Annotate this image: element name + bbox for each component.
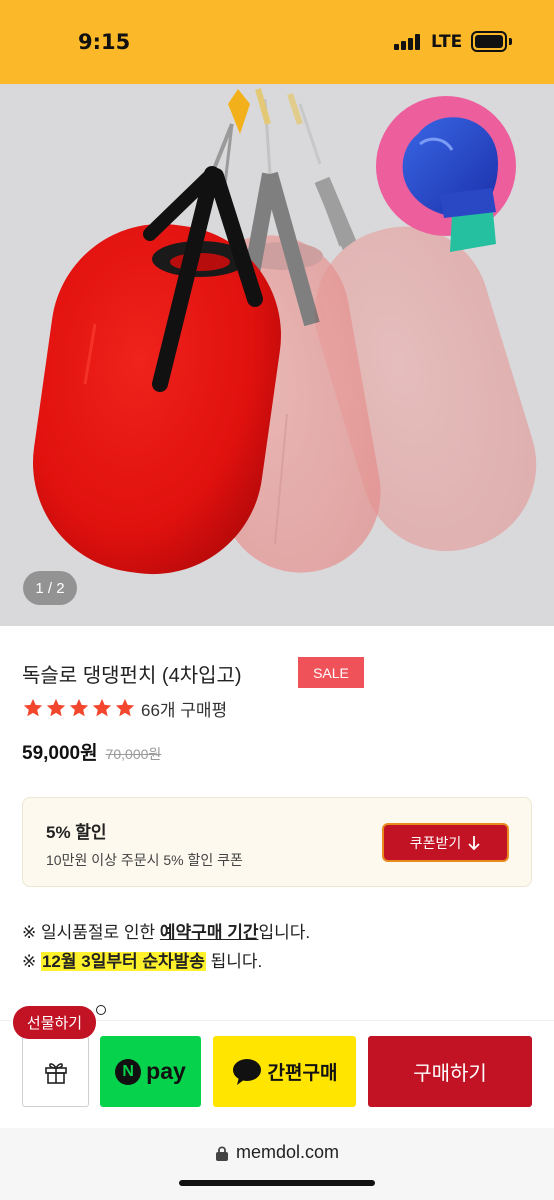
star-icon: [92, 698, 112, 717]
original-price: 70,000원: [105, 746, 162, 762]
notice-shipping-highlight: 12월 3일부터 순차발송: [40, 952, 206, 971]
status-time: 9:15: [78, 30, 131, 54]
url-content: memdol.com: [0, 1142, 554, 1163]
sale-badge: SALE: [298, 657, 364, 688]
download-arrow-icon: [468, 835, 480, 850]
coupon-card: 5% 할인 10만원 이상 주문시 5% 할인 쿠폰 쿠폰받기: [22, 797, 532, 887]
rating-row[interactable]: 66개 구매평: [22, 695, 227, 721]
home-indicator[interactable]: [179, 1180, 375, 1186]
gallery-pager: 1 / 2: [23, 571, 77, 605]
star-icon: [46, 698, 66, 717]
coupon-description: 10만원 이상 주문시 5% 할인 쿠폰: [46, 852, 243, 868]
signal-icon: [394, 34, 420, 50]
kakao-label: 간편구매: [267, 1063, 338, 1084]
lock-icon: [215, 1145, 228, 1161]
notice-preorder: ※ 일시품절로 인한 예약구매 기간입니다.: [22, 923, 311, 942]
url-text: memdol.com: [235, 1142, 340, 1162]
punching-bag-illustration: [33, 88, 537, 575]
status-bar: 9:15 LTE: [0, 0, 554, 84]
product-image-carousel[interactable]: [0, 84, 554, 626]
battery-icon: [471, 31, 507, 52]
tooltip-dot: [96, 1005, 106, 1015]
star-icon: [69, 698, 89, 717]
gift-tooltip: 선물하기: [13, 1006, 96, 1039]
npay-button[interactable]: N pay: [100, 1036, 201, 1107]
sale-price: 59,000원: [22, 743, 98, 764]
star-rating: [22, 697, 136, 719]
browser-url-bar[interactable]: memdol.com: [0, 1128, 554, 1200]
coupon-download-button[interactable]: 쿠폰받기: [382, 823, 509, 862]
coupon-title: 5% 할인: [46, 823, 107, 842]
star-icon: [115, 698, 135, 717]
notice-shipping: ※ 12월 3일부터 순차발송 됩니다.: [22, 952, 263, 971]
review-count: 66개 구매평: [141, 700, 228, 720]
naver-n-icon: N: [115, 1058, 142, 1085]
kakao-quick-buy-button[interactable]: 간편구매: [213, 1036, 356, 1107]
product-title: 독슬로 댕댕펀치 (4차입고): [22, 665, 242, 687]
price-row: 59,000원 70,000원: [22, 738, 161, 765]
notice-preorder-emphasis: 예약구매 기간: [159, 923, 259, 942]
battery-tip: [509, 38, 512, 45]
speech-bubble-icon: [232, 1058, 261, 1085]
gift-icon: [44, 1062, 67, 1084]
gift-button[interactable]: [22, 1036, 89, 1107]
coupon-button-label: 쿠폰받기: [409, 834, 462, 851]
network-label: LTE: [431, 32, 463, 52]
buy-button[interactable]: 구매하기: [368, 1036, 532, 1107]
star-icon: [23, 698, 43, 717]
npay-label: pay: [146, 1058, 186, 1084]
